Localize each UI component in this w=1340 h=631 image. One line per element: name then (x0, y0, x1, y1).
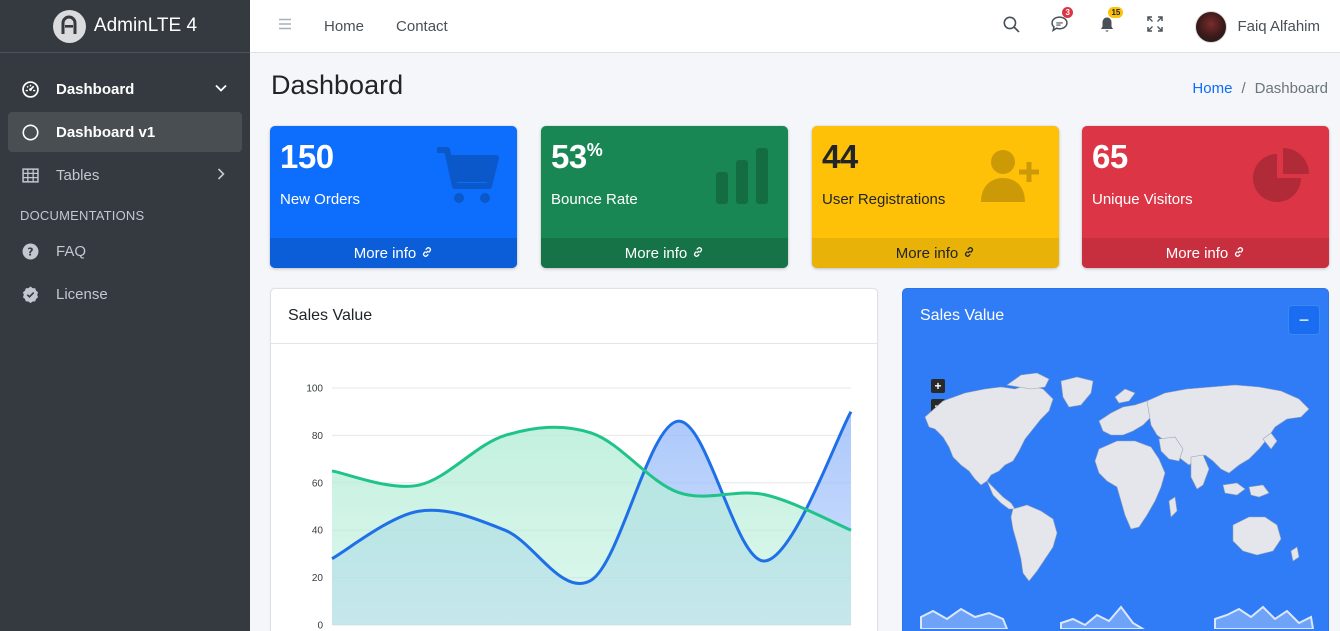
fullscreen-icon (1147, 16, 1164, 37)
more-info-link[interactable]: More info (1082, 238, 1329, 268)
breadcrumb-home[interactable]: Home (1192, 80, 1232, 97)
series-area-1 (332, 427, 851, 625)
bell-icon (1099, 16, 1115, 38)
more-info-link[interactable]: More info (812, 238, 1059, 268)
page-title: Dashboard (271, 70, 404, 100)
nav-header-documentations: DOCUMENTATIONS (20, 208, 145, 223)
link-icon (692, 245, 704, 262)
y-tick-label: 0 (317, 621, 323, 631)
svg-text:?: ? (27, 245, 33, 258)
sidebar-item-tables[interactable]: Tables (8, 155, 242, 195)
link-icon (963, 245, 975, 262)
brand-link[interactable]: AdminLTE 4 (0, 0, 250, 53)
notifications-badge: 15 (1108, 6, 1124, 18)
search-button[interactable] (987, 15, 1035, 38)
messages-badge: 3 (1062, 7, 1073, 18)
nav-link-home[interactable]: Home (324, 18, 364, 35)
link-icon (421, 245, 433, 262)
circle-icon (20, 122, 40, 142)
box-label: Bounce Rate (551, 191, 638, 208)
sidebar-item-faq[interactable]: ? FAQ (8, 231, 242, 271)
more-info-link[interactable]: More info (270, 238, 517, 268)
sales-area-chart: 0 20 40 60 80 100 (306, 384, 853, 631)
speedometer-icon (20, 79, 40, 99)
y-tick-label: 80 (312, 431, 324, 442)
more-info-label: More info (1165, 244, 1229, 262)
top-navbar: Home Contact 3 15 Faiq Alfahim (250, 0, 1340, 53)
box-label: Unique Visitors (1092, 191, 1193, 208)
more-info-label: More info (895, 244, 959, 262)
patch-check-icon (20, 284, 40, 304)
sidebar-item-dashboard-v1[interactable]: Dashboard v1 (8, 112, 242, 152)
sidebar-item-dashboard[interactable]: Dashboard (8, 69, 242, 109)
question-circle-icon: ? (20, 241, 40, 261)
pie-chart-icon (1251, 146, 1311, 211)
sales-chart-card: Sales Value 0 20 40 60 80 100 (270, 288, 878, 631)
y-tick-label: 60 (312, 478, 324, 489)
navbar-right: 3 15 Faiq Alfahim (987, 0, 1340, 53)
sales-map-card: Sales Value − + − (902, 288, 1329, 631)
chevron-right-icon (214, 167, 228, 185)
more-info-label: More info (624, 244, 688, 262)
sidebar-item-label: FAQ (56, 242, 87, 260)
more-info-link[interactable]: More info (541, 238, 788, 268)
link-icon (1233, 245, 1245, 262)
chevron-down-icon (214, 81, 228, 99)
box-label: User Registrations (822, 191, 946, 208)
nav-link-contact[interactable]: Contact (396, 18, 448, 35)
messages-button[interactable]: 3 (1035, 7, 1083, 37)
brand-text: AdminLTE 4 (93, 15, 198, 36)
y-tick-label: 20 (312, 573, 324, 584)
sidebar-item-label: License (56, 285, 108, 303)
user-name: Faiq Alfahim (1237, 18, 1320, 35)
sidebar-item-label: Dashboard v1 (56, 123, 156, 141)
cart-icon (435, 146, 499, 211)
small-box-bounce-rate: 53% Bounce Rate More info (541, 126, 788, 268)
box-label: New Orders (280, 191, 361, 208)
more-info-label: More info (353, 244, 417, 262)
box-value: 65 (1092, 138, 1128, 175)
fullscreen-button[interactable] (1131, 16, 1179, 37)
small-box-user-registrations: 44 User Registrations More info (812, 126, 1059, 268)
bar-chart-icon (714, 146, 770, 211)
menu-toggle-icon[interactable] (278, 17, 292, 35)
y-tick-label: 40 (312, 526, 324, 537)
small-box-unique-visitors: 65 Unique Visitors More info (1082, 126, 1329, 268)
sidebar: AdminLTE 4 Dashboard Dashboard v1 Tables (0, 0, 250, 631)
small-box-new-orders: 150 New Orders More info (270, 126, 517, 268)
y-tick-label: 100 (306, 384, 323, 395)
person-plus-icon (981, 146, 1041, 211)
box-value: 44 (822, 138, 858, 175)
box-value: 150 (280, 138, 334, 175)
card-title: Sales Value (271, 289, 877, 344)
sidebar-item-license[interactable]: License (8, 274, 242, 314)
breadcrumb-current: Dashboard (1254, 80, 1328, 97)
box-value: 53% (551, 138, 603, 175)
brand-logo (52, 9, 86, 43)
avatar (1195, 10, 1228, 43)
world-map[interactable] (903, 289, 1328, 629)
notifications-button[interactable]: 15 (1083, 6, 1131, 38)
user-menu[interactable]: Faiq Alfahim (1195, 10, 1320, 43)
sidebar-item-label: Tables (56, 166, 100, 184)
breadcrumb: Home / Dashboard (1192, 80, 1328, 97)
chat-icon (1051, 16, 1068, 37)
search-icon (1003, 15, 1020, 38)
breadcrumb-separator: / (1241, 80, 1246, 97)
sidebar-item-label: Dashboard (56, 80, 135, 98)
sidebar-nav: Dashboard Dashboard v1 Tables DOCUMENTAT… (0, 53, 250, 314)
table-icon (20, 165, 40, 185)
